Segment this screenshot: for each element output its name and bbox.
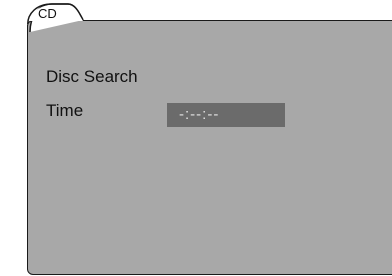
time-item[interactable]: Time	[46, 101, 83, 121]
disc-search-item[interactable]: Disc Search	[46, 67, 138, 87]
tab-cd[interactable]: CD	[38, 7, 57, 21]
time-input-value: -:--:--	[179, 106, 220, 123]
time-input-field[interactable]: -:--:--	[167, 103, 285, 127]
menu-panel	[27, 20, 392, 275]
cd-menu-screen: CD Disc Search Time -:--:--	[0, 0, 392, 276]
